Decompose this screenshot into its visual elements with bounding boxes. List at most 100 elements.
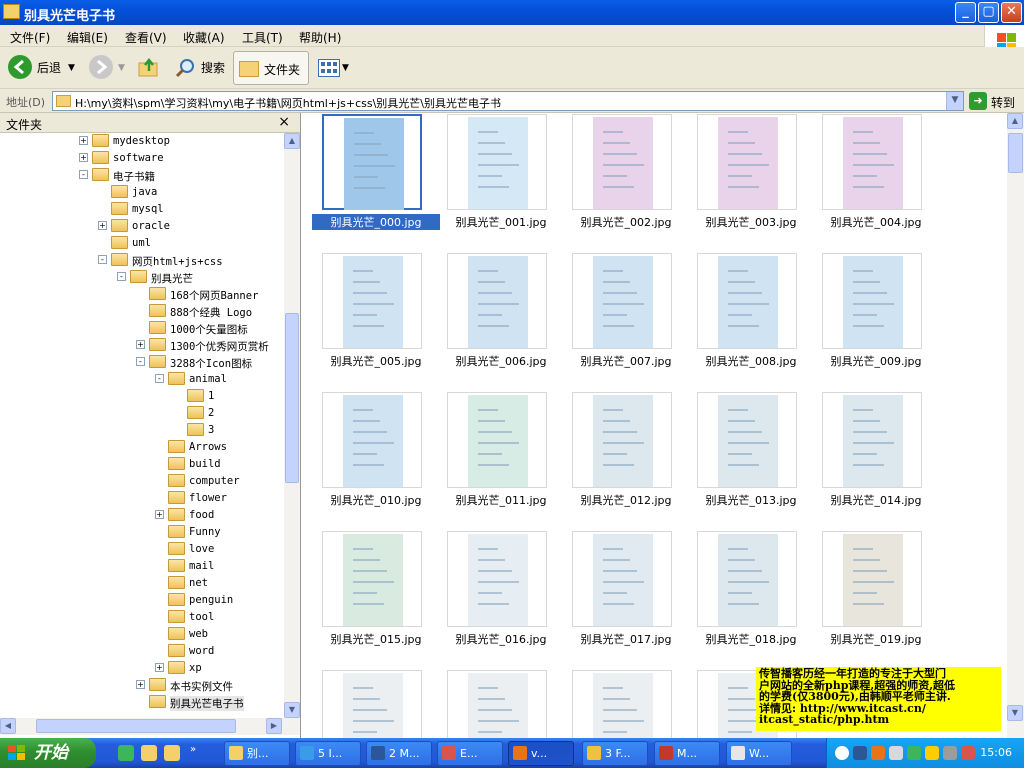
tray-app-icon[interactable] bbox=[871, 746, 885, 760]
file-thumbnail[interactable]: 别具光芒_002.jpg bbox=[562, 114, 672, 234]
go-arrow-icon[interactable]: ➜ bbox=[969, 92, 987, 110]
collapse-icon[interactable]: - bbox=[98, 255, 107, 264]
scroll-thumb[interactable] bbox=[285, 313, 299, 483]
scroll-up-icon[interactable]: ▲ bbox=[284, 133, 300, 149]
file-thumbnail[interactable]: 别具光芒_013.jpg bbox=[687, 392, 797, 512]
tree-item[interactable]: +1300个优秀网页赏析 bbox=[0, 337, 284, 354]
tree-item[interactable]: net bbox=[0, 575, 284, 592]
folder-tree-vertical-scrollbar[interactable]: ▲ ▼ bbox=[284, 133, 300, 718]
tray-arrow-icon[interactable] bbox=[835, 746, 849, 760]
file-thumbnail[interactable]: 别具光芒_008.jpg bbox=[687, 253, 797, 373]
forward-arrow-icon[interactable] bbox=[89, 55, 113, 79]
taskbar-button[interactable]: 3 F... bbox=[582, 741, 648, 766]
file-thumbnail[interactable]: 别具光芒_017.jpg bbox=[562, 531, 672, 651]
expand-icon[interactable]: + bbox=[79, 136, 88, 145]
tree-item[interactable]: love bbox=[0, 541, 284, 558]
taskbar-button[interactable]: M... bbox=[654, 741, 720, 766]
scroll-down-icon[interactable]: ▼ bbox=[284, 702, 300, 718]
tree-item[interactable]: - 网页html+js+css bbox=[0, 252, 284, 269]
tray-app-icon[interactable] bbox=[907, 746, 921, 760]
scroll-up-icon[interactable]: ▲ bbox=[1007, 113, 1023, 129]
folder-tree-horizontal-scrollbar[interactable]: ◀ ▶ bbox=[0, 718, 300, 735]
collapse-icon[interactable]: - bbox=[79, 170, 88, 179]
back-button[interactable]: 后退 bbox=[37, 53, 61, 83]
tray-app-icon[interactable] bbox=[943, 746, 957, 760]
tree-item[interactable]: mail bbox=[0, 558, 284, 575]
title-bar[interactable]: 别具光芒电子书 _ ▢ ✕ bbox=[0, 0, 1024, 25]
collapse-icon[interactable]: - bbox=[155, 374, 164, 383]
tree-item[interactable]: 1000个矢量图标 bbox=[0, 320, 284, 337]
tree-item[interactable]: mysql bbox=[0, 201, 284, 218]
close-button[interactable]: ✕ bbox=[1001, 2, 1022, 23]
up-folder-icon[interactable] bbox=[138, 57, 160, 77]
tree-item[interactable]: uml bbox=[0, 235, 284, 252]
expand-icon[interactable]: + bbox=[136, 340, 145, 349]
maximize-button[interactable]: ▢ bbox=[978, 2, 999, 23]
address-input[interactable]: H:\my\资料\spm\学习资料\my\电子书籍\网页html+js+css\… bbox=[52, 91, 964, 111]
file-thumbnail[interactable]: 别具光芒_015.jpg bbox=[312, 531, 422, 651]
tree-item[interactable]: Funny bbox=[0, 524, 284, 541]
search-button[interactable]: 搜索 bbox=[201, 53, 225, 83]
go-button[interactable]: 转到 bbox=[991, 94, 1015, 111]
tree-item[interactable]: + mydesktop bbox=[0, 133, 284, 150]
scroll-right-icon[interactable]: ▶ bbox=[266, 718, 282, 734]
file-thumbnail[interactable]: 别具光芒_014.jpg bbox=[812, 392, 922, 512]
file-thumbnail[interactable]: 别具光芒_003.jpg bbox=[687, 114, 797, 234]
views-icon[interactable] bbox=[318, 59, 340, 77]
tree-item[interactable]: 2 bbox=[0, 405, 284, 422]
taskbar-button[interactable]: W... bbox=[726, 741, 792, 766]
folders-pane-close-button[interactable]: × bbox=[278, 114, 290, 130]
scroll-thumb[interactable] bbox=[1008, 133, 1023, 173]
file-thumbnail[interactable]: 别具光芒_018.jpg bbox=[687, 531, 797, 651]
tree-item[interactable]: flower bbox=[0, 490, 284, 507]
taskbar-button[interactable]: 别... bbox=[224, 741, 290, 766]
file-thumbnail[interactable]: 别具光芒_007.jpg bbox=[562, 253, 672, 373]
menu-edit[interactable]: 编辑(E) bbox=[67, 29, 108, 46]
taskbar-button[interactable]: E... bbox=[437, 741, 503, 766]
expand-icon[interactable]: + bbox=[136, 680, 145, 689]
tree-item[interactable]: word bbox=[0, 643, 284, 660]
minimize-button[interactable]: _ bbox=[955, 2, 976, 23]
tree-item[interactable]: Arrows bbox=[0, 439, 284, 456]
file-thumbnail[interactable]: 别具光芒_005.jpg bbox=[312, 253, 422, 373]
quicklaunch-help-icon[interactable] bbox=[164, 745, 180, 761]
quicklaunch-refresh-icon[interactable] bbox=[118, 745, 134, 761]
tree-item[interactable]: build bbox=[0, 456, 284, 473]
forward-dropdown-icon[interactable]: ▼ bbox=[118, 53, 125, 83]
collapse-icon[interactable]: - bbox=[117, 272, 126, 281]
tree-item[interactable]: java bbox=[0, 184, 284, 201]
tray-app-icon[interactable] bbox=[889, 746, 903, 760]
quicklaunch-expand-icon[interactable]: » bbox=[190, 744, 196, 755]
tree-item[interactable]: tool bbox=[0, 609, 284, 626]
menu-help[interactable]: 帮助(H) bbox=[299, 29, 341, 46]
file-thumbnail[interactable]: 别具光芒_006.jpg bbox=[437, 253, 547, 373]
tray-security-icon[interactable] bbox=[961, 746, 975, 760]
tree-item[interactable]: + xp bbox=[0, 660, 284, 677]
tree-item[interactable]: + software bbox=[0, 150, 284, 167]
tree-item[interactable]: 888个经典 Logo bbox=[0, 303, 284, 320]
tree-item[interactable]: 1 bbox=[0, 388, 284, 405]
tree-item[interactable]: 168个网页Banner bbox=[0, 286, 284, 303]
expand-icon[interactable]: + bbox=[155, 663, 164, 672]
tree-item[interactable]: - 电子书籍 bbox=[0, 167, 284, 184]
scroll-thumb[interactable] bbox=[36, 719, 236, 733]
file-thumbnail[interactable] bbox=[312, 670, 422, 738]
scroll-down-icon[interactable]: ▼ bbox=[1007, 705, 1023, 721]
file-thumbnail[interactable] bbox=[562, 670, 672, 738]
tree-item[interactable]: 3 bbox=[0, 422, 284, 439]
expand-icon[interactable]: + bbox=[79, 153, 88, 162]
file-thumbnail[interactable]: 别具光芒_004.jpg bbox=[812, 114, 922, 234]
start-button[interactable]: 开始 bbox=[0, 738, 96, 768]
file-thumbnail[interactable] bbox=[437, 670, 547, 738]
views-dropdown-icon[interactable]: ▼ bbox=[342, 53, 349, 83]
expand-icon[interactable]: + bbox=[155, 510, 164, 519]
file-thumbnail[interactable]: 别具光芒_010.jpg bbox=[312, 392, 422, 512]
collapse-icon[interactable]: - bbox=[136, 357, 145, 366]
tree-item[interactable]: - animal bbox=[0, 371, 284, 388]
menu-favorites[interactable]: 收藏(A) bbox=[183, 29, 225, 46]
back-dropdown-icon[interactable]: ▼ bbox=[68, 53, 75, 83]
menu-file[interactable]: 文件(F) bbox=[10, 29, 50, 46]
menu-tools[interactable]: 工具(T) bbox=[242, 29, 283, 46]
menu-view[interactable]: 查看(V) bbox=[125, 29, 167, 46]
file-thumbnail[interactable]: 别具光芒_011.jpg bbox=[437, 392, 547, 512]
